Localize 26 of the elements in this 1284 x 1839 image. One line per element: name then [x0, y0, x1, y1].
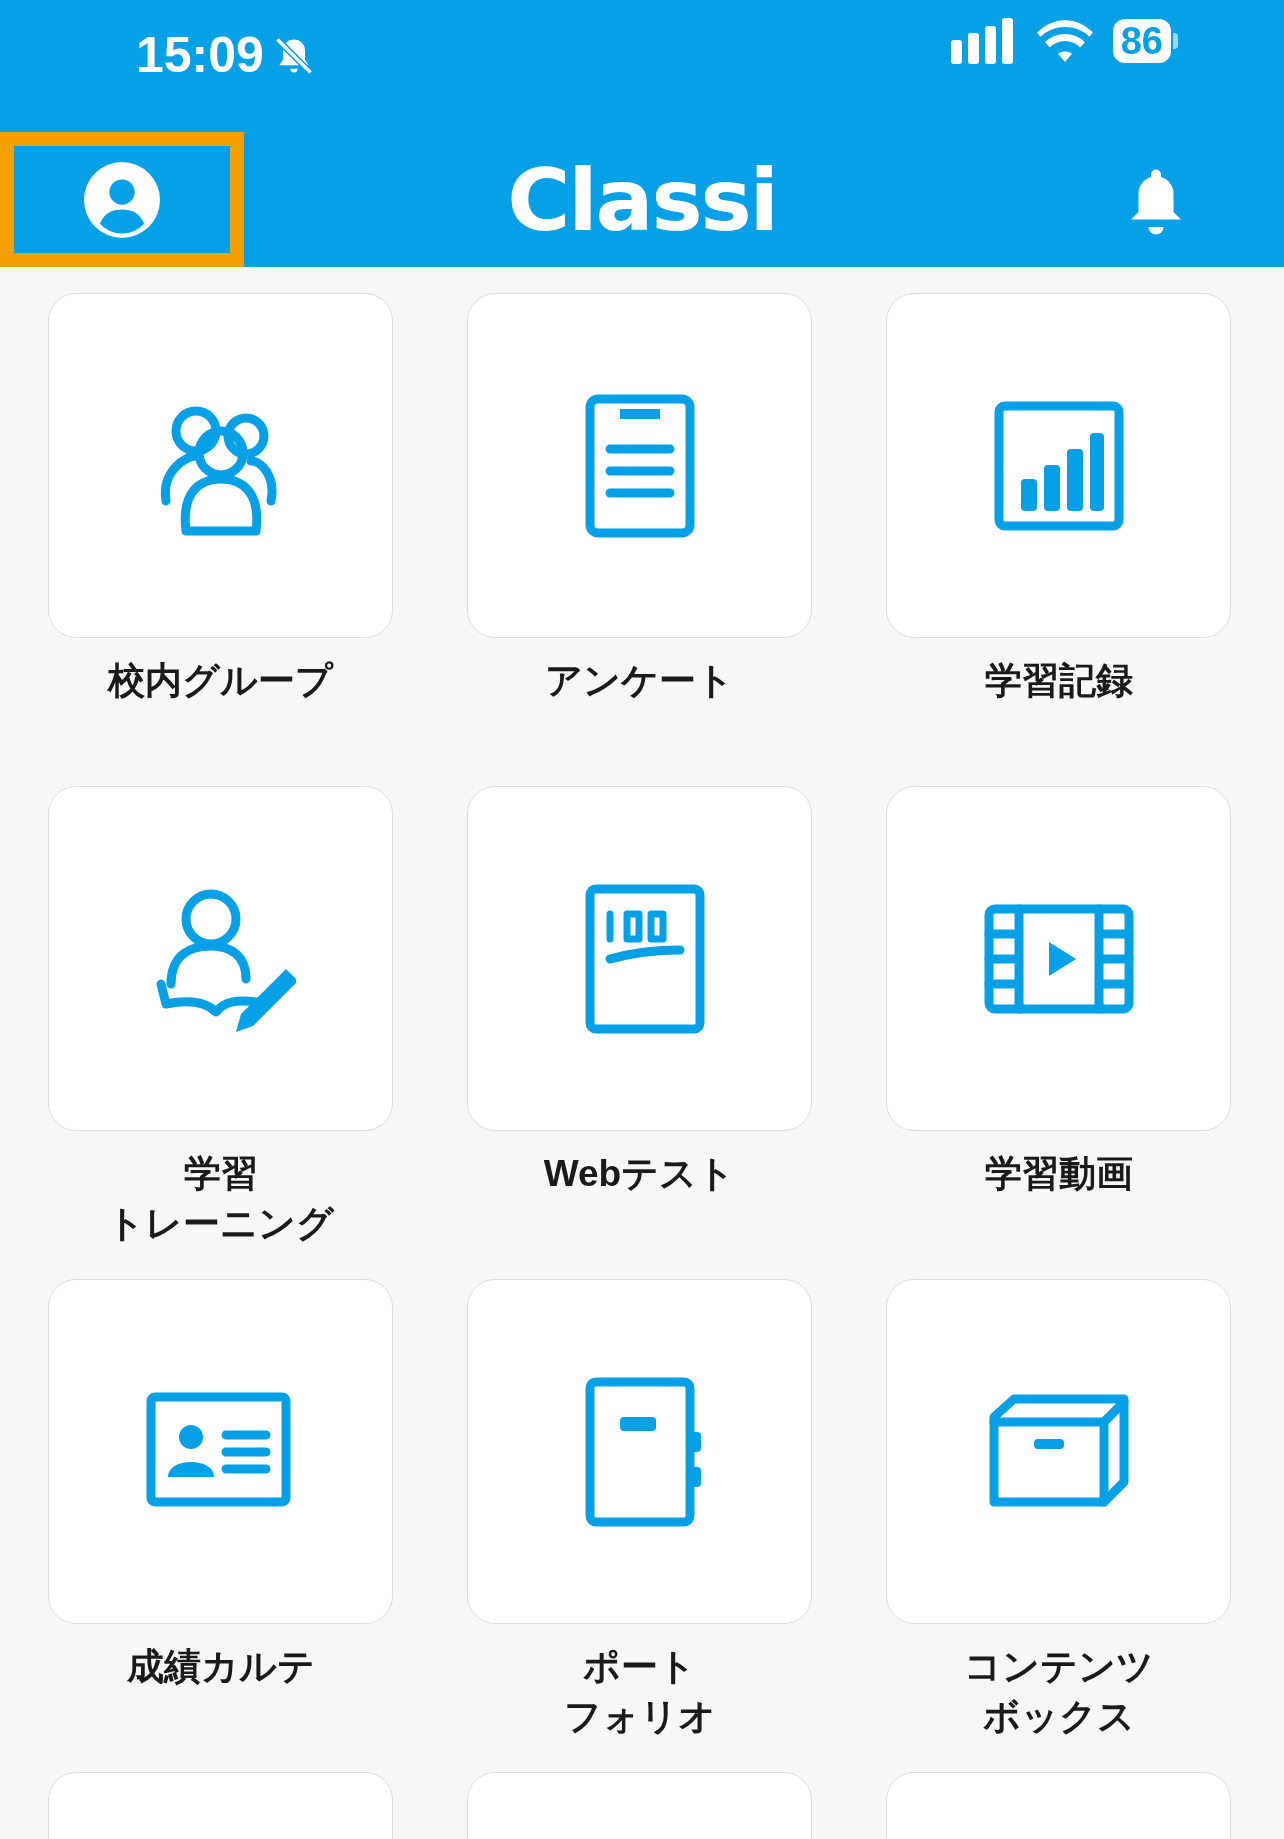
tile-label: アンケート — [545, 659, 734, 703]
tile-label: フォリオ — [563, 1695, 716, 1739]
app-tile[interactable] — [886, 786, 1231, 1131]
tile-label: ボックス — [982, 1695, 1135, 1739]
tile-label: コンテンツ — [963, 1645, 1154, 1689]
user-avatar-icon — [84, 161, 160, 238]
app-logo: Classi — [507, 156, 777, 243]
app-tile[interactable] — [886, 1279, 1231, 1624]
app-tile[interactable] — [48, 293, 393, 638]
app-tile[interactable] — [48, 1279, 393, 1624]
app-tile[interactable] — [467, 1279, 812, 1624]
tile-label: トレーニング — [107, 1202, 334, 1246]
app-tile[interactable] — [886, 293, 1231, 638]
app-tile[interactable] — [467, 786, 812, 1131]
tile-label: 成績カルテ — [126, 1645, 315, 1689]
tile-label: 学習記録 — [984, 659, 1133, 703]
app-tile[interactable] — [467, 293, 812, 638]
tile-label: 学習動画 — [984, 1152, 1133, 1196]
status-time: 15:09 — [136, 26, 264, 85]
tile-label: ポート — [583, 1645, 696, 1689]
tile-label: Webテスト — [543, 1152, 736, 1196]
tile-label: 校内グループ — [108, 659, 333, 703]
wifi-icon — [1036, 20, 1093, 62]
app-tile[interactable] — [48, 786, 393, 1131]
tile-label: 学習 — [183, 1152, 258, 1196]
battery-indicator: 86 — [1112, 19, 1178, 63]
